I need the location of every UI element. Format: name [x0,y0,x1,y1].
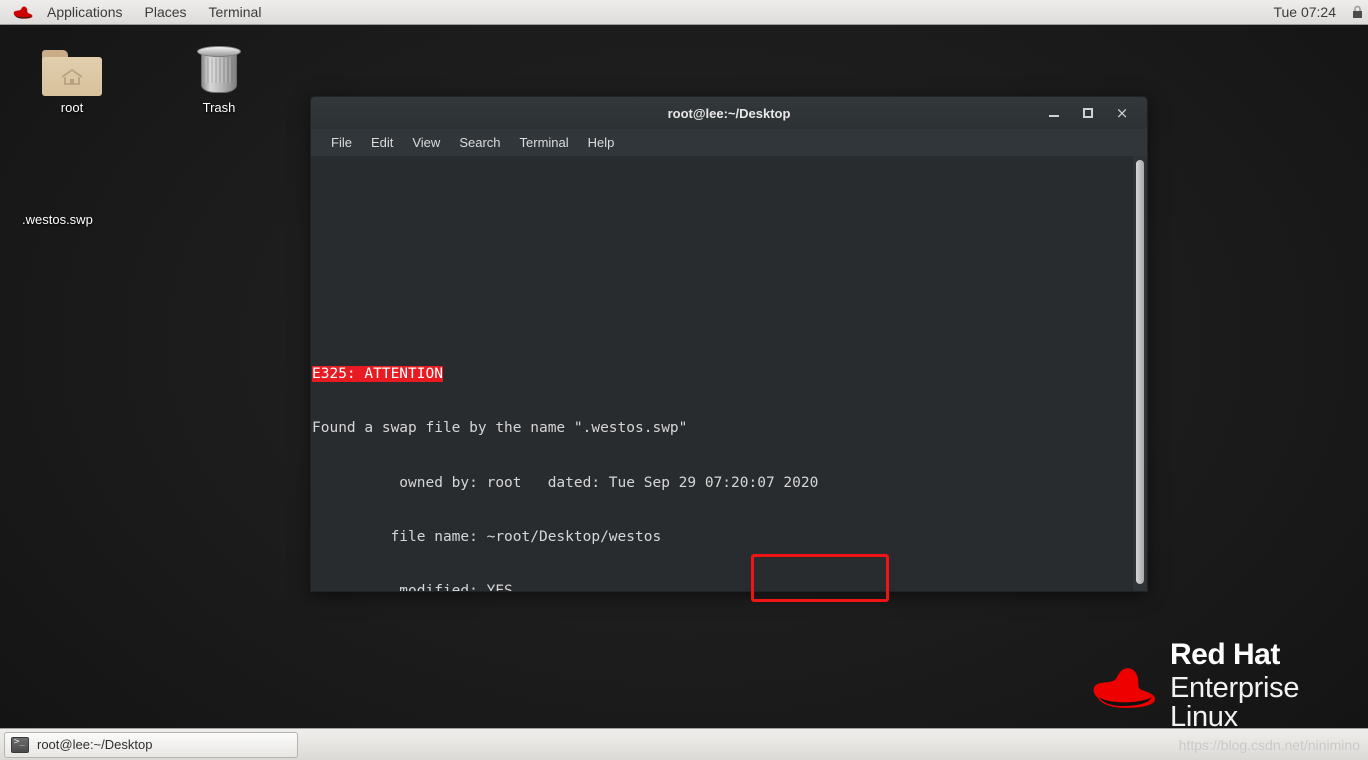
panel-right-group: Tue 07:24 [1267,0,1368,24]
panel-clock[interactable]: Tue 07:24 [1267,4,1348,20]
brand-line-2: Enterprise Linux [1170,672,1300,733]
panel-left-group: Applications Places Terminal [0,0,272,24]
tray-icon[interactable] [1348,3,1366,21]
watermark-text: https://blog.csdn.net/ninimino [1178,736,1360,753]
menu-view[interactable]: View [404,132,448,153]
window-controls: × [1047,106,1147,121]
desktop-icon-westos-swp[interactable]: .westos.swp [22,212,182,227]
bottom-taskbar: root@lee:~/Desktop https://blog.csdn.net… [0,728,1368,760]
terminal-line-1: Found a swap file by the name ".westos.s… [312,420,688,437]
brand-line-1: Red Hat [1170,638,1280,671]
terminal-window[interactable]: root@lee:~/Desktop × File Edit View Sear… [310,96,1148,592]
menu-edit[interactable]: Edit [363,132,401,153]
top-panel: Applications Places Terminal Tue 07:24 [0,0,1368,25]
terminal-icon [11,736,29,753]
trash-icon [169,36,269,96]
terminal-scrollbar[interactable] [1133,156,1147,591]
desktop-icon-root-label: root [60,100,84,115]
desktop-icon-root[interactable]: root [22,36,122,115]
menu-terminal[interactable]: Terminal [512,132,577,153]
menu-search[interactable]: Search [451,132,508,153]
redhat-enterprise-linux-logo: Red Hat Enterprise Linux [1090,640,1368,732]
terminal-menubar: File Edit View Search Terminal Help [310,129,1148,156]
taskbar-window-label: root@lee:~/Desktop [37,737,153,752]
desktop-icon-trash[interactable]: Trash [169,36,269,115]
terminal-output-area[interactable]: E325: ATTENTION Found a swap file by the… [310,156,1148,592]
close-icon[interactable]: × [1115,106,1129,121]
redhat-hat-logo [1090,662,1156,710]
desktop-icon-trash-label: Trash [202,100,236,115]
redhat-logo-text: Red Hat Enterprise Linux [1170,640,1368,732]
terminal-line-4: modified: YES [312,583,513,592]
terminal-titlebar[interactable]: root@lee:~/Desktop × [310,96,1148,129]
terminal-line-2: owned by: root dated: Tue Sep 29 07:20:0… [312,474,819,491]
taskbar-window-button-terminal[interactable]: root@lee:~/Desktop [4,731,298,758]
minimize-button[interactable] [1047,106,1061,120]
vim-error-code: E325: ATTENTION [312,366,443,383]
panel-menu-applications[interactable]: Applications [36,0,134,24]
panel-menu-terminal[interactable]: Terminal [198,0,273,24]
menu-help[interactable]: Help [580,132,623,153]
desktop-icon-westos-swp-label: .westos.swp [22,212,93,227]
terminal-scrollbar-thumb[interactable] [1136,160,1144,584]
redhat-hat-icon[interactable] [12,4,34,20]
home-folder-icon [22,36,122,96]
terminal-window-title: root@lee:~/Desktop [667,105,791,121]
terminal-line-3: file name: ~root/Desktop/westos [312,528,662,545]
terminal-text: E325: ATTENTION Found a swap file by the… [312,166,976,592]
panel-menu-places[interactable]: Places [134,0,198,24]
maximize-button[interactable] [1081,106,1095,120]
menu-file[interactable]: File [323,132,360,153]
